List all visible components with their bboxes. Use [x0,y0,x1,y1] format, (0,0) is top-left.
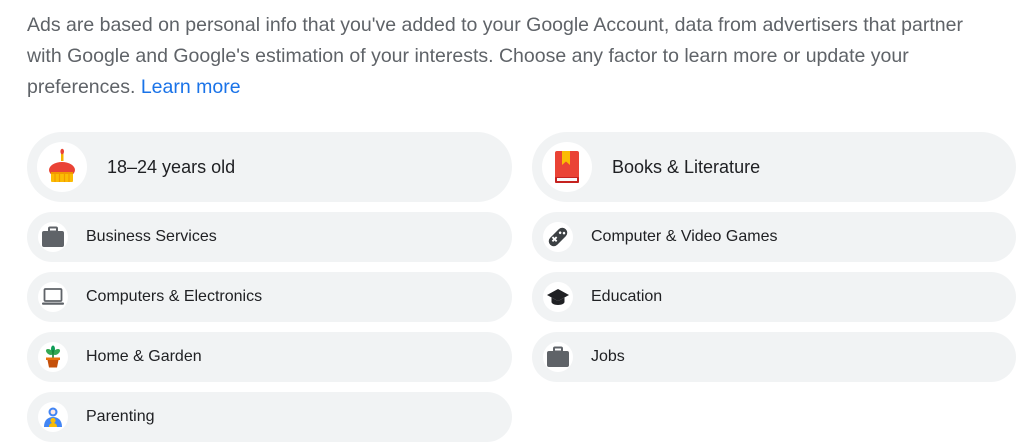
book-icon [542,142,592,192]
factor-jobs[interactable]: Jobs [532,332,1016,382]
laptop-icon [38,282,68,312]
factor-business[interactable]: Business Services [27,212,512,262]
factor-games-label: Computer & Video Games [591,228,778,245]
factor-home-garden-label: Home & Garden [86,348,202,365]
factor-jobs-label: Jobs [591,348,625,365]
factor-age[interactable]: 18–24 years old [27,132,512,202]
birthday-cake-icon [37,142,87,192]
potted-plant-icon [38,342,68,372]
briefcase-icon [38,222,68,252]
factor-books[interactable]: Books & Literature [532,132,1016,202]
intro-text: Ads are based on personal info that you'… [27,10,987,103]
factor-books-label: Books & Literature [612,156,761,177]
factor-education[interactable]: Education [532,272,1016,322]
factor-computers[interactable]: Computers & Electronics [27,272,512,322]
factor-home-garden[interactable]: Home & Garden [27,332,512,382]
factor-computers-label: Computers & Electronics [86,288,263,305]
briefcase-icon [543,342,573,372]
factor-parenting[interactable]: Parenting [27,392,512,442]
graduation-cap-icon [543,282,573,312]
parent-child-icon [38,402,68,432]
factor-education-label: Education [591,288,663,305]
factor-business-label: Business Services [86,228,217,245]
factor-parenting-label: Parenting [86,408,155,425]
learn-more-link[interactable]: Learn more [141,76,241,98]
gamepad-icon [543,222,573,252]
factor-games[interactable]: Computer & Video Games [532,212,1016,262]
factor-age-label: 18–24 years old [107,156,236,177]
